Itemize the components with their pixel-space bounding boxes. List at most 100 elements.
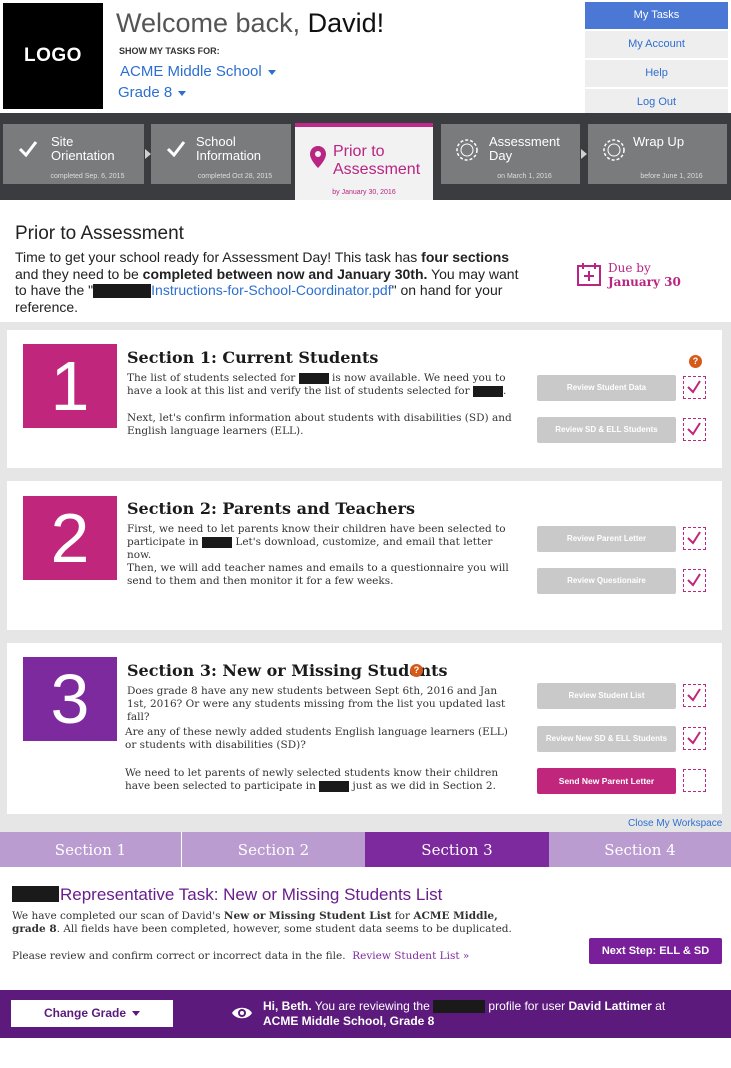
- checkbox[interactable]: [683, 569, 706, 592]
- section-title: Section 2: Parents and Teachers: [127, 499, 415, 518]
- welcome-heading: Welcome back, David!: [116, 8, 384, 39]
- show-tasks-label: SHOW MY TASKS FOR:: [119, 46, 220, 56]
- help-icon[interactable]: ?: [689, 355, 702, 368]
- chevron-down-icon: [178, 90, 187, 96]
- check-icon: [687, 531, 701, 545]
- school-name: ACME Middle School: [120, 63, 262, 80]
- location-pin-icon: [310, 146, 326, 168]
- step-date: by January 30, 2016: [332, 189, 396, 196]
- section-text: We need to let parents of newly selected…: [125, 767, 499, 792]
- eye-icon: [232, 1007, 252, 1019]
- redacted-block: [298, 372, 329, 384]
- tab-section-2[interactable]: Section 2: [182, 832, 365, 867]
- chevron-down-icon: [267, 69, 276, 75]
- review-new-sd-ell-students-button[interactable]: Review New SD & ELL Students: [537, 726, 676, 752]
- check-icon: [687, 573, 701, 587]
- section-text: Does grade 8 have any new students betwe…: [127, 685, 506, 723]
- step-assessment-day[interactable]: Assessment Day on March 1, 2016: [441, 124, 580, 184]
- check-icon: [687, 731, 701, 745]
- review-sd-ell-students-button[interactable]: Review SD & ELL Students: [537, 417, 676, 443]
- section-tabs: Section 1 Section 2 Section 3 Section 4: [0, 832, 731, 867]
- section-card-3: 3 Section 3: New or Missing Students ? D…: [7, 643, 722, 814]
- instructions-pdf-link[interactable]: Instructions-for-School-Coordinator.pdf: [151, 282, 391, 298]
- user-name: David!: [307, 8, 385, 38]
- section-number: 3: [23, 657, 117, 741]
- logo: LOGO: [3, 3, 103, 109]
- redacted-block: [319, 780, 350, 792]
- checkmark-icon: [166, 141, 186, 158]
- tab-section-4[interactable]: Section 4: [549, 832, 731, 867]
- close-workspace-link[interactable]: Close My Workspace: [628, 818, 722, 829]
- review-student-data-button[interactable]: Review Student Data: [537, 375, 676, 401]
- due-date-box: Due by January 30: [550, 249, 712, 301]
- review-parent-letter-button[interactable]: Review Parent Letter: [537, 526, 676, 552]
- grade-dropdown[interactable]: Grade 8: [118, 84, 187, 101]
- reviewing-profile-text: Hi, Beth. You are reviewing the profile …: [263, 999, 666, 1028]
- pending-circle-icon: [603, 139, 625, 161]
- help-icon[interactable]: ?: [410, 664, 423, 677]
- tab-section-3[interactable]: Section 3: [365, 832, 549, 867]
- welcome-text: Welcome back,: [116, 8, 301, 38]
- change-grade-button[interactable]: Change Grade: [11, 1000, 173, 1027]
- step-date: completed Sep. 6, 2015: [50, 173, 125, 180]
- step-title: Wrap Up: [633, 134, 685, 149]
- step-title: School Information: [196, 134, 262, 163]
- checkbox[interactable]: [683, 418, 706, 441]
- progress-steps: Site Orientation completed Sep. 6, 2015 S…: [0, 113, 731, 200]
- redacted-block: [472, 385, 503, 397]
- redacted-block: [202, 536, 233, 548]
- review-prompt: Please review and confirm correct or inc…: [12, 950, 470, 962]
- step-date: completed Oct 28, 2015: [197, 173, 273, 180]
- review-footer: Change Grade Hi, Beth. You are reviewing…: [0, 990, 731, 1038]
- school-dropdown[interactable]: ACME Middle School: [120, 63, 276, 80]
- section-text: Are any of these newly added students En…: [125, 726, 508, 751]
- step-arrow: [581, 149, 587, 159]
- tab-section-1[interactable]: Section 1: [0, 832, 181, 867]
- top-nav: My Tasks My Account Help Log Out: [585, 2, 728, 118]
- checkbox[interactable]: [683, 684, 706, 707]
- check-icon: [687, 688, 701, 702]
- nav-my-tasks[interactable]: My Tasks: [585, 2, 728, 29]
- representative-task-text: We have completed our scan of David's Ne…: [12, 910, 512, 935]
- redacted-block: [12, 886, 59, 902]
- checkbox[interactable]: [683, 376, 706, 399]
- send-new-parent-letter-button[interactable]: Send New Parent Letter: [537, 768, 676, 794]
- step-wrap-up[interactable]: Wrap Up before June 1, 2016: [588, 124, 727, 184]
- review-student-list-link[interactable]: Review Student List »: [352, 950, 469, 962]
- next-step-button[interactable]: Next Step: ELL & SD: [589, 938, 722, 964]
- step-title: Assessment Day: [489, 134, 560, 163]
- step-prior-to-assessment[interactable]: Prior to Assessment by January 30, 2016: [295, 123, 433, 200]
- step-date: before June 1, 2016: [640, 173, 703, 180]
- section-text: First, we need to let parents know their…: [127, 523, 506, 561]
- check-icon: [687, 422, 701, 436]
- pending-circle-icon: [456, 139, 478, 161]
- section-text: Then, we will add teacher names and emai…: [127, 562, 509, 587]
- checkmark-icon: [18, 141, 38, 158]
- section-title: Section 1: Current Students: [127, 348, 379, 367]
- intro-text: Time to get your school ready for Assess…: [15, 249, 519, 315]
- redacted-block: [433, 1000, 486, 1014]
- nav-my-account[interactable]: My Account: [585, 31, 728, 58]
- nav-help[interactable]: Help: [585, 60, 728, 87]
- section-number: 1: [23, 344, 117, 428]
- check-icon: [687, 380, 701, 394]
- step-title: Site Orientation: [51, 134, 115, 163]
- review-questionaire-button[interactable]: Review Questionaire: [537, 568, 676, 594]
- section-text: The list of students selected for is now…: [127, 372, 507, 397]
- calendar-add-icon: [577, 263, 601, 286]
- representative-task-title: Representative Task: New or Missing Stud…: [60, 885, 443, 904]
- step-date: on March 1, 2016: [497, 173, 552, 180]
- step-site-orientation[interactable]: Site Orientation completed Sep. 6, 2015: [3, 124, 144, 184]
- step-school-information[interactable]: School Information completed Oct 28, 2015: [151, 124, 291, 184]
- checkbox[interactable]: [683, 727, 706, 750]
- section-title: Section 3: New or Missing Students: [127, 661, 448, 680]
- section-card-1: 1 Section 1: Current Students The list o…: [7, 330, 722, 468]
- checkbox[interactable]: [683, 527, 706, 550]
- section-card-2: 2 Section 2: Parents and Teachers First,…: [7, 481, 722, 630]
- page-title: Prior to Assessment: [15, 223, 184, 244]
- step-title: Prior to Assessment: [333, 143, 421, 178]
- checkbox[interactable]: [683, 769, 706, 792]
- grade-name: Grade 8: [118, 84, 173, 101]
- review-student-list-button[interactable]: Review Student List: [537, 683, 676, 709]
- nav-log-out[interactable]: Log Out: [585, 89, 728, 116]
